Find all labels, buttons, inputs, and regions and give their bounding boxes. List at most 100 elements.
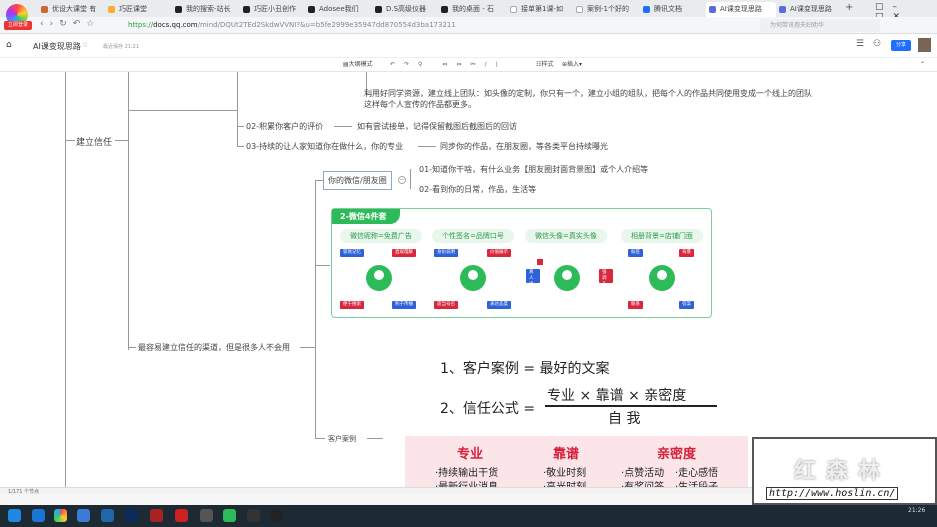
tab-label: 优设大课堂 有 xyxy=(52,5,97,13)
tag: 便于搜索 xyxy=(340,301,364,309)
user-icon xyxy=(554,265,580,291)
app-icon[interactable] xyxy=(150,509,163,522)
wps-icon[interactable] xyxy=(175,509,188,522)
node-channel[interactable]: 最容易建立信任的渠道，但是很多人不会用 xyxy=(138,342,290,353)
home-icon[interactable]: ⌂ xyxy=(6,40,12,50)
card-item: ·持续输出干货 xyxy=(435,468,499,479)
node-02-child[interactable]: 如有尝试接单，记得保留截图后截图后的回访 xyxy=(357,121,517,132)
group-label: 微信头像=真实头像 xyxy=(525,229,607,243)
formula-line-1: 1、客户案例 = 最好的文案 xyxy=(440,361,610,377)
group-label: 个性签名=品牌口号 xyxy=(432,229,514,243)
tab-label: 我的桌面 - 石 xyxy=(452,5,494,13)
tag: 真人出镜 xyxy=(526,269,540,293)
outline-mode-button[interactable]: ▤大纲模式 xyxy=(343,58,373,72)
edge-icon[interactable] xyxy=(32,509,45,522)
share-button[interactable]: 分享 xyxy=(891,40,911,51)
browser-tab[interactable]: 案例-1个好的 xyxy=(573,2,633,17)
add-user-icon[interactable]: ⚇ xyxy=(873,39,881,49)
login-badge[interactable]: 立即登录 xyxy=(4,21,32,30)
url-input[interactable]: https://docs.qq.com/mind/DQUt2TEd2SkdwVV… xyxy=(128,19,648,32)
trust-card: 专业 靠谱 亲密度 ·持续输出干货 ·最新行业消息 ·敬业时刻 ·高光时刻 ·点… xyxy=(405,436,748,493)
save-status: 最近保存 21:21 xyxy=(103,44,139,50)
browser-tab-active[interactable]: AI课变现思路 xyxy=(706,2,776,17)
tag: 答案 xyxy=(679,301,694,309)
clock: 21:26 xyxy=(908,507,926,514)
formula-numerator: 专业 × 靠谱 × 亲密度 xyxy=(547,388,687,404)
tab-label: Adosee我们 xyxy=(319,5,359,13)
node-w01[interactable]: 01-知道你干啥，有什么业务【朋友圈封面背景图】或个人介绍等 xyxy=(419,164,648,175)
browser-tab[interactable]: Adosee我们 xyxy=(305,2,370,17)
browser-tab[interactable]: 巧匠小丑创作 xyxy=(240,2,305,17)
avatar[interactable] xyxy=(918,38,931,52)
node-root[interactable]: 建立信任 xyxy=(76,135,112,148)
star-icon[interactable]: ☆ xyxy=(82,41,88,49)
browser-icon[interactable] xyxy=(54,509,67,522)
style-label: 样式 xyxy=(541,61,554,68)
nav-buttons-icon[interactable]: ‹›↻↶☆ xyxy=(40,19,100,29)
app-icon[interactable] xyxy=(101,509,114,522)
card-heading: 靠谱 xyxy=(553,447,580,462)
outline-label: 大纲模式 xyxy=(348,61,373,68)
app-icon[interactable] xyxy=(200,509,213,522)
edit-tools-icon[interactable]: ↶↷⚲ ⇔⇔⚯∕⟩ xyxy=(390,58,507,72)
status-strip xyxy=(0,495,752,505)
tag: 适当号召 xyxy=(434,301,458,309)
node-tip[interactable]: 利用好同学资源，建立线上团队：如头像的定制，你只有一个，建立小组的组队，把每个人… xyxy=(364,88,812,99)
node-wechat-selected[interactable]: 你的微信/朋友圈 xyxy=(323,171,392,190)
collapse-node-icon[interactable]: − xyxy=(398,176,406,184)
tag: 直观理解 xyxy=(392,249,416,257)
user-icon xyxy=(649,265,675,291)
watermark: 红森林 http://www.hoslin.cn/ xyxy=(752,437,937,505)
recorder-icon[interactable] xyxy=(270,509,283,522)
url-path: /mind/DQUt2TEd2SkdwVVNI?&u=b5fe2999e3594… xyxy=(197,21,456,29)
tab-label: 案例-1个好的 xyxy=(587,5,629,13)
tab-bar: 优设大课堂 有 巧匠课堂 我的搜索-站长 巧匠小丑创作 Adosee我们 D.S… xyxy=(0,0,937,22)
tag: 标签 xyxy=(628,249,643,257)
node-cases[interactable]: 客户案例 xyxy=(328,434,356,444)
insert-button[interactable]: ⊕插入▾ xyxy=(562,58,582,72)
card-heading: 专业 xyxy=(457,447,484,462)
collapse-icon[interactable]: ⌃ xyxy=(920,58,925,72)
browser-tab[interactable]: 接单第1课-如 xyxy=(507,2,567,17)
search-input[interactable]: 为何带讯孢夫妇劝华 xyxy=(760,19,880,32)
tag: 强调头像 xyxy=(599,269,613,293)
node-02[interactable]: 02-积累你客户的评价 xyxy=(246,121,323,132)
wechat-icon[interactable] xyxy=(223,509,236,522)
node-w02[interactable]: 02-看到你的日常，作品，生活等 xyxy=(419,184,536,195)
card-item: ·敬业时刻 xyxy=(543,468,587,479)
explorer-icon[interactable] xyxy=(77,509,90,522)
user-icon xyxy=(460,265,486,291)
card-heading: 亲密度 xyxy=(657,447,697,462)
menu-icon[interactable]: ☰ xyxy=(856,39,864,49)
tab-label: 接单第1课-如 xyxy=(521,5,563,13)
browser-tab[interactable]: AI课变现思路 xyxy=(776,2,846,17)
browser-tab[interactable]: 我的搜索-站长 xyxy=(172,2,242,17)
browser-tab[interactable]: 巧匠课堂 xyxy=(105,2,180,17)
new-tab-icon[interactable]: + xyxy=(845,2,853,13)
tag: 容易记忆 xyxy=(340,249,364,257)
url-host: docs.qq.com xyxy=(153,21,198,29)
app-icon[interactable] xyxy=(247,509,260,522)
toolbar: ▤大纲模式 ↶↷⚲ ⇔⇔⚯∕⟩ ☷样式 ⊕插入▾ ⌃ xyxy=(0,58,937,72)
wechat-infographic[interactable]: 2-微信4件套 微信昵称=免费广告 个性签名=品牌口号 微信头像=真实头像 相册… xyxy=(331,208,712,318)
tab-label: 腾讯文档 xyxy=(654,5,682,13)
tag: 背景 xyxy=(679,249,694,257)
browser-tab[interactable]: 腾讯文档 xyxy=(640,2,705,17)
browser-tab[interactable]: 我的桌面 - 石 xyxy=(438,2,503,17)
watermark-url: http://www.hoslin.cn/ xyxy=(766,487,899,500)
browser-tab[interactable]: 优设大课堂 有 xyxy=(38,2,113,17)
style-button[interactable]: ☷样式 xyxy=(536,58,553,72)
photoshop-icon[interactable] xyxy=(125,509,138,522)
doc-title[interactable]: AI课变现思路 xyxy=(33,41,81,52)
browser-tab[interactable]: D.S高级仪器 xyxy=(372,2,437,17)
windows-start-icon[interactable] xyxy=(8,509,21,522)
tab-label: 我的搜索-站长 xyxy=(186,5,231,13)
doc-header: ⌂ AI课变现思路 ☆ 最近保存 21:21 ☰ ⚇ 分享 xyxy=(0,34,937,58)
node-03-child[interactable]: 同步你的作品，在朋友圈，等各类平台持续曝光 xyxy=(440,141,608,152)
search-icon xyxy=(537,259,543,265)
tag: 价值展示 xyxy=(487,249,511,257)
node-03[interactable]: 03-持续的让人家知道你在做什么，你的专业 xyxy=(246,141,403,152)
group-label: 相册背景=店铺门面 xyxy=(621,229,703,243)
card-item: ·走心感悟 xyxy=(675,468,719,479)
url-scheme: https:// xyxy=(128,21,154,29)
